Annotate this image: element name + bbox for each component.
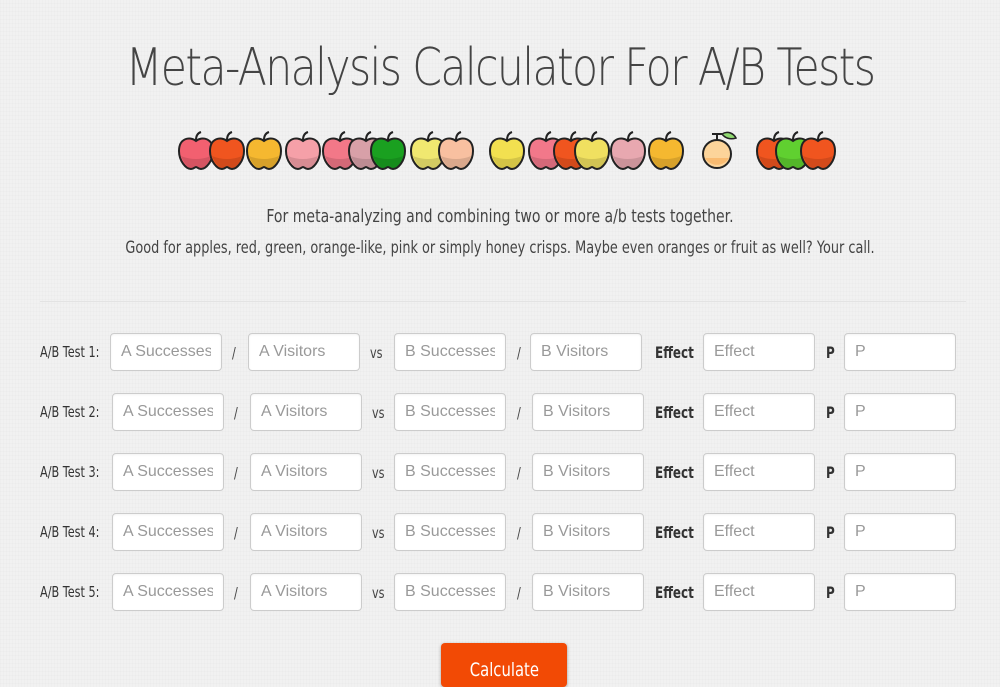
b-successes-input[interactable]: [394, 573, 506, 611]
a-visitors-input[interactable]: [250, 453, 362, 491]
row-label: A/B Test 5:: [40, 583, 100, 601]
slash-separator: /: [517, 524, 521, 542]
page-subtitle: For meta-analyzing and combining two or …: [266, 206, 734, 227]
apple-icon: [244, 126, 284, 177]
effect-input[interactable]: [703, 513, 815, 551]
p-label: P: [826, 463, 835, 482]
b-successes-input[interactable]: [394, 453, 506, 491]
p-input[interactable]: [844, 513, 956, 551]
effect-input[interactable]: [703, 393, 815, 431]
apple-icon: [572, 126, 612, 177]
effect-input[interactable]: [703, 453, 815, 491]
vs-label: vs: [370, 344, 383, 362]
effect-label: Effect: [655, 523, 694, 542]
slash-separator: /: [234, 524, 238, 542]
ab-test-row: A/B Test 1: / vs / Effect P: [0, 333, 1000, 373]
apple-icon: [368, 126, 408, 177]
divider: [40, 301, 966, 302]
calculate-button[interactable]: Calculate: [441, 643, 567, 687]
p-label: P: [826, 343, 835, 362]
row-label: A/B Test 3:: [40, 463, 100, 481]
vs-label: vs: [372, 524, 385, 542]
slash-separator: /: [234, 404, 238, 422]
effect-label: Effect: [655, 463, 694, 482]
apple-icon: [487, 126, 527, 177]
b-visitors-input[interactable]: [532, 513, 644, 551]
p-input[interactable]: [844, 333, 956, 371]
apple-icon: [283, 126, 323, 177]
p-input[interactable]: [844, 393, 956, 431]
b-visitors-input[interactable]: [532, 573, 644, 611]
b-successes-input[interactable]: [394, 333, 506, 371]
p-label: P: [826, 523, 835, 542]
a-visitors-input[interactable]: [248, 333, 360, 371]
a-successes-input[interactable]: [112, 453, 224, 491]
a-visitors-input[interactable]: [250, 573, 362, 611]
row-label: A/B Test 1:: [40, 343, 100, 361]
slash-separator: /: [517, 404, 521, 422]
apple-decoration-row: [0, 126, 1000, 176]
a-visitors-input[interactable]: [250, 393, 362, 431]
p-input[interactable]: [844, 573, 956, 611]
apple-icon: [798, 126, 838, 177]
effect-label: Effect: [655, 583, 694, 602]
a-successes-input[interactable]: [110, 333, 222, 371]
orange-icon: [700, 126, 740, 177]
vs-label: vs: [372, 404, 385, 422]
b-visitors-input[interactable]: [532, 393, 644, 431]
ab-test-row: A/B Test 4: / vs / Effect P: [0, 513, 1000, 553]
effect-input[interactable]: [703, 333, 815, 371]
row-label: A/B Test 2:: [40, 403, 100, 421]
effect-label: Effect: [655, 403, 694, 422]
b-successes-input[interactable]: [394, 513, 506, 551]
page-tagline: Good for apples, red, green, orange-like…: [125, 238, 875, 257]
effect-label: Effect: [655, 343, 694, 362]
a-successes-input[interactable]: [112, 573, 224, 611]
apple-icon: [646, 126, 686, 177]
apple-icon: [608, 126, 648, 177]
slash-separator: /: [517, 584, 521, 602]
calculate-button-label: Calculate: [469, 659, 539, 681]
slash-separator: /: [517, 464, 521, 482]
ab-test-row: A/B Test 5: / vs / Effect P: [0, 573, 1000, 613]
slash-separator: /: [232, 344, 236, 362]
slash-separator: /: [234, 584, 238, 602]
ab-test-row: A/B Test 3: / vs / Effect P: [0, 453, 1000, 493]
row-label: A/B Test 4:: [40, 523, 100, 541]
apple-icon: [436, 126, 476, 177]
vs-label: vs: [372, 464, 385, 482]
ab-test-row: A/B Test 2: / vs / Effect P: [0, 393, 1000, 433]
a-visitors-input[interactable]: [250, 513, 362, 551]
p-label: P: [826, 583, 835, 602]
apple-icon: [207, 126, 247, 177]
vs-label: vs: [372, 584, 385, 602]
effect-input[interactable]: [703, 573, 815, 611]
slash-separator: /: [517, 344, 521, 362]
p-input[interactable]: [844, 453, 956, 491]
page-title: Meta-Analysis Calculator For A/B Tests: [125, 38, 876, 98]
a-successes-input[interactable]: [112, 513, 224, 551]
b-successes-input[interactable]: [394, 393, 506, 431]
p-label: P: [826, 403, 835, 422]
a-successes-input[interactable]: [112, 393, 224, 431]
slash-separator: /: [234, 464, 238, 482]
b-visitors-input[interactable]: [530, 333, 642, 371]
b-visitors-input[interactable]: [532, 453, 644, 491]
